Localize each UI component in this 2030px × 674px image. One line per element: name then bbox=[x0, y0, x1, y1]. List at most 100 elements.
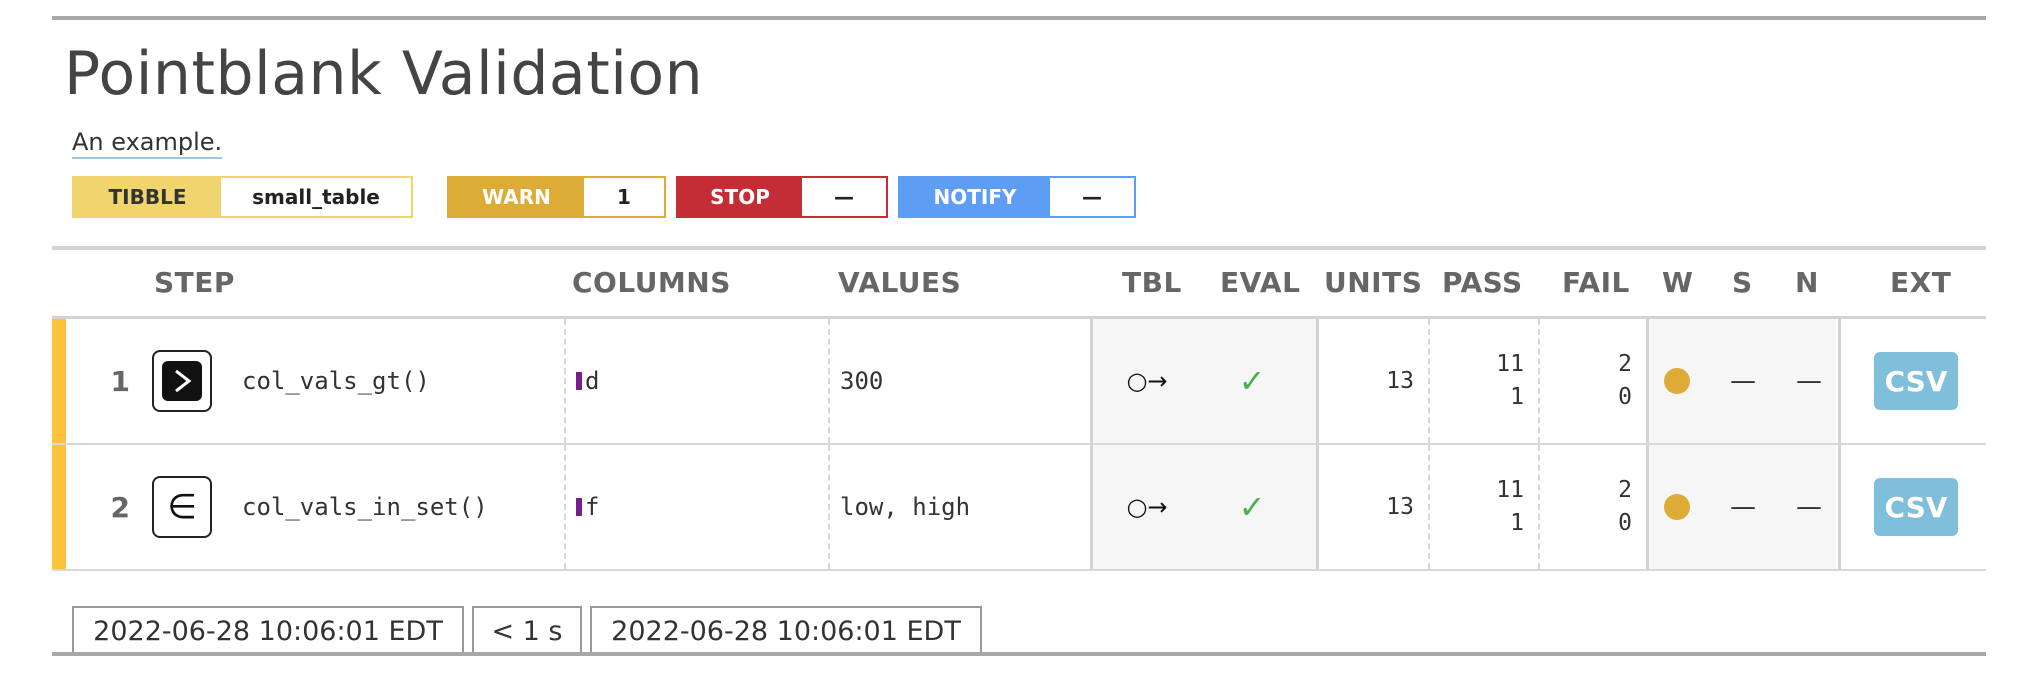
divider bbox=[564, 319, 566, 443]
ext-cell: CSV bbox=[1874, 445, 1958, 569]
table-row: 2 ∈ col_vals_in_set() f low, high ○→ ✓ 1… bbox=[52, 445, 1986, 571]
column-cell: f bbox=[576, 445, 599, 569]
fail-fraction: 0 bbox=[1618, 510, 1632, 536]
step-number: 2 bbox=[110, 490, 130, 524]
badge-bar: TIBBLE small_table WARN 1 STOP — NOTIFY … bbox=[72, 176, 1170, 220]
header-step: STEP bbox=[154, 266, 235, 299]
eval-check-icon: ✓ bbox=[1238, 362, 1266, 400]
step-status-bar bbox=[52, 445, 66, 569]
report-footer: 2022-06-28 10:06:01 EDT < 1 s 2022-06-28… bbox=[72, 606, 990, 656]
divider bbox=[828, 319, 830, 443]
report-title: Pointblank Validation bbox=[64, 39, 704, 109]
eval-check-icon: ✓ bbox=[1238, 488, 1266, 526]
header-ext: EXT bbox=[1890, 266, 1952, 299]
notify-badge: NOTIFY — bbox=[898, 176, 1136, 218]
column-name: f bbox=[585, 493, 600, 521]
header-fail: FAIL bbox=[1562, 266, 1630, 299]
start-time: 2022-06-28 10:06:01 EDT bbox=[72, 606, 464, 656]
divider bbox=[1646, 319, 1649, 443]
validation-function: col_vals_gt() bbox=[242, 367, 430, 395]
divider bbox=[1428, 319, 1430, 443]
pass-cell: 11 1 bbox=[1452, 445, 1524, 569]
header-tbl: TBL bbox=[1122, 266, 1182, 299]
header-values: VALUES bbox=[838, 266, 962, 299]
column-marker-icon bbox=[576, 498, 582, 516]
end-time: 2022-06-28 10:06:01 EDT bbox=[590, 606, 982, 656]
divider bbox=[1538, 445, 1540, 569]
divider bbox=[1838, 319, 1841, 443]
values-cell: 300 bbox=[840, 367, 884, 395]
notify-status: — bbox=[1796, 366, 1822, 396]
divider bbox=[1428, 445, 1430, 569]
csv-download-button[interactable]: CSV bbox=[1874, 478, 1958, 536]
header-pass: PASS bbox=[1442, 266, 1523, 299]
column-marker-icon bbox=[576, 372, 582, 390]
divider bbox=[1538, 319, 1540, 443]
pass-cell: 11 1 bbox=[1452, 319, 1524, 443]
validation-report: Pointblank Validation An example. TIBBLE… bbox=[52, 16, 1986, 656]
tbl-preview-icon[interactable]: ○→ bbox=[1122, 319, 1172, 443]
table-badge: TIBBLE small_table bbox=[72, 176, 413, 218]
divider bbox=[1838, 445, 1841, 569]
greater-than-icon bbox=[152, 350, 212, 412]
pass-count: 11 bbox=[1496, 477, 1524, 503]
stop-status: — bbox=[1730, 366, 1756, 396]
divider bbox=[1646, 445, 1649, 569]
header-n: N bbox=[1795, 266, 1819, 299]
divider bbox=[1316, 445, 1319, 569]
divider bbox=[828, 445, 830, 569]
element-of-icon: ∈ bbox=[152, 476, 212, 538]
column-name: d bbox=[585, 367, 600, 395]
warn-badge: WARN 1 bbox=[447, 176, 666, 218]
divider bbox=[1090, 445, 1093, 569]
header-columns: COLUMNS bbox=[572, 266, 731, 299]
fail-cell: 2 0 bbox=[1560, 445, 1632, 569]
header-w: W bbox=[1662, 266, 1694, 299]
top-rule bbox=[52, 16, 1986, 20]
units-value: 13 bbox=[1386, 494, 1414, 520]
warn-dot-icon bbox=[1664, 368, 1690, 394]
divider bbox=[1090, 319, 1093, 443]
pass-fraction: 1 bbox=[1510, 384, 1524, 410]
table-row: 1 col_vals_gt() d 300 ○→ ✓ 13 11 1 2 0 —… bbox=[52, 319, 1986, 445]
csv-download-button[interactable]: CSV bbox=[1874, 352, 1958, 410]
ext-cell: CSV bbox=[1874, 319, 1958, 443]
table-name-value: small_table bbox=[221, 178, 411, 216]
fail-fraction: 0 bbox=[1618, 384, 1632, 410]
pass-count: 11 bbox=[1496, 351, 1524, 377]
column-cell: d bbox=[576, 319, 599, 443]
divider bbox=[564, 445, 566, 569]
bottom-rule bbox=[52, 652, 1986, 656]
divider bbox=[1316, 319, 1319, 443]
warn-label: WARN bbox=[449, 178, 584, 216]
warn-value: 1 bbox=[584, 178, 664, 216]
header-s: S bbox=[1732, 266, 1753, 299]
duration: < 1 s bbox=[472, 606, 582, 656]
fail-count: 2 bbox=[1618, 351, 1632, 377]
units-value: 13 bbox=[1386, 368, 1414, 394]
warn-status-cell bbox=[1664, 319, 1690, 443]
validation-table: STEP COLUMNS VALUES TBL EVAL UNITS PASS … bbox=[52, 246, 1986, 571]
warn-status-cell bbox=[1664, 445, 1690, 569]
notify-label: NOTIFY bbox=[900, 178, 1050, 216]
table-type-label: TIBBLE bbox=[74, 178, 221, 216]
validation-function: col_vals_in_set() bbox=[242, 493, 488, 521]
fail-count: 2 bbox=[1618, 477, 1632, 503]
header-units: UNITS bbox=[1324, 266, 1423, 299]
notify-value: — bbox=[1050, 178, 1134, 216]
stop-label: STOP bbox=[678, 178, 802, 216]
warn-dot-icon bbox=[1664, 494, 1690, 520]
header-eval: EVAL bbox=[1220, 266, 1301, 299]
notify-status: — bbox=[1796, 492, 1822, 522]
values-cell: low, high bbox=[840, 493, 971, 521]
pass-fraction: 1 bbox=[1510, 510, 1524, 536]
stop-badge: STOP — bbox=[676, 176, 888, 218]
table-header: STEP COLUMNS VALUES TBL EVAL UNITS PASS … bbox=[52, 250, 1986, 319]
tbl-preview-icon[interactable]: ○→ bbox=[1122, 445, 1172, 569]
stop-value: — bbox=[802, 178, 886, 216]
fail-cell: 2 0 bbox=[1560, 319, 1632, 443]
stop-status: — bbox=[1730, 492, 1756, 522]
report-description: An example. bbox=[72, 128, 223, 159]
step-status-bar bbox=[52, 319, 66, 443]
step-number: 1 bbox=[110, 364, 130, 398]
